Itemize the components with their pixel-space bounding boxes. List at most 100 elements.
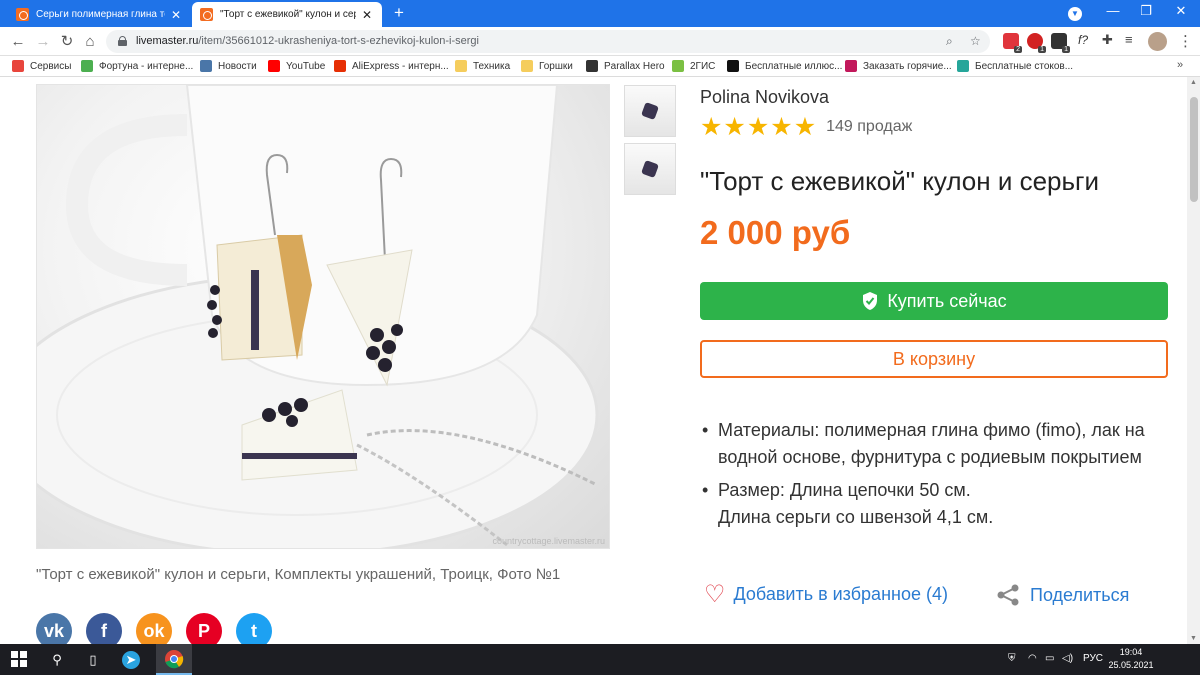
details-materials: Материалы: полимерная глина фимо (fimo),… bbox=[700, 417, 1160, 471]
language-indicator[interactable]: РУС bbox=[1083, 653, 1103, 664]
buy-now-button[interactable]: Купить сейчас bbox=[700, 282, 1168, 320]
plus-circle-icon bbox=[727, 60, 739, 72]
clock-date: 25.05.2021 bbox=[1108, 660, 1154, 670]
search-icon[interactable]: ⚲ bbox=[48, 651, 66, 669]
2gis-icon bbox=[672, 60, 684, 72]
bookmarks-more-button[interactable]: » bbox=[1177, 59, 1183, 71]
tab-close-icon[interactable]: ✕ bbox=[360, 8, 374, 22]
thumbnail-1[interactable] bbox=[624, 85, 676, 137]
twitter-share-button[interactable]: t bbox=[236, 613, 272, 644]
tab-search-icon[interactable]: ▼ bbox=[1068, 7, 1082, 21]
stock-icon bbox=[957, 60, 969, 72]
bookmark-item[interactable]: Новости bbox=[200, 60, 257, 72]
bookmark-label: 2ГИС bbox=[690, 60, 716, 72]
abp-icon[interactable]: 2 bbox=[1003, 33, 1022, 53]
reload-button[interactable]: ↻ bbox=[57, 32, 77, 52]
bookmark-label: Заказать горячие... bbox=[863, 60, 952, 72]
thumbnail-2[interactable] bbox=[624, 143, 676, 195]
new-tab-button[interactable]: + bbox=[390, 3, 408, 23]
pinterest-share-button[interactable]: P bbox=[186, 613, 222, 644]
bookmark-label: AliExpress - интерн... bbox=[352, 60, 449, 72]
url-text: livemaster.ru/item/35661012-ukrasheniya-… bbox=[136, 35, 479, 47]
bookmark-item[interactable]: Сервисы bbox=[12, 60, 71, 72]
tab-earrings-search[interactable]: Серьги полимерная глина торт ✕ bbox=[8, 2, 191, 27]
bookmark-item[interactable]: Фортуна - интерне... bbox=[81, 60, 193, 72]
security-tray-icon[interactable]: ⛨ bbox=[1008, 653, 1016, 664]
bookmark-item[interactable]: AliExpress - интерн... bbox=[334, 60, 449, 72]
add-to-cart-label: В корзину bbox=[892, 348, 976, 369]
battery-icon[interactable]: ▭ bbox=[1045, 653, 1054, 664]
task-view-icon[interactable]: ▯ bbox=[84, 651, 102, 669]
bookmark-item[interactable]: Parallax Hero bbox=[586, 60, 665, 72]
telegram-icon[interactable]: ➤ bbox=[122, 651, 140, 669]
home-button[interactable]: ⌂ bbox=[80, 32, 100, 52]
photo-thumbnails bbox=[624, 85, 676, 201]
avatar[interactable] bbox=[1148, 32, 1167, 51]
facebook-share-button[interactable]: f bbox=[86, 613, 122, 644]
aliexpress-icon bbox=[334, 60, 346, 72]
close-window-button[interactable]: ✕ bbox=[1166, 3, 1196, 19]
share-label: Поделиться bbox=[1030, 584, 1130, 605]
folder-icon bbox=[455, 60, 467, 72]
product-main-photo[interactable]: countrycottage.livemaster.ru bbox=[36, 84, 610, 549]
bookmark-item[interactable]: YouTube bbox=[268, 60, 325, 72]
puzzle-icon[interactable]: ✚ bbox=[1102, 32, 1113, 48]
bookmark-label: Техника bbox=[473, 60, 511, 72]
vk-share-button[interactable]: vk bbox=[36, 613, 72, 644]
ext-dark-icon[interactable]: 1 bbox=[1051, 33, 1070, 53]
bookmark-label: Бесплатные иллюс... bbox=[745, 60, 843, 72]
share-link[interactable]: Поделиться bbox=[996, 584, 1129, 606]
star-icon: ★ bbox=[793, 113, 817, 141]
adblock-icon[interactable]: 1 bbox=[1027, 33, 1046, 53]
folder-icon bbox=[521, 60, 533, 72]
photo-caption: "Торт с ежевикой" кулон и серьги, Компле… bbox=[36, 566, 561, 583]
odnoklassniki-share-button[interactable]: ok bbox=[136, 613, 172, 644]
windows-taskbar: ⚲ ▯ ➤ ⛨ ◠ ▭ ◁) РУС 19:04 25.05.2021 bbox=[0, 644, 1200, 675]
back-button[interactable]: ← bbox=[8, 32, 28, 52]
bookmark-label: Новости bbox=[218, 60, 257, 72]
chrome-taskbar-button[interactable] bbox=[156, 644, 192, 675]
scroll-up-icon[interactable]: ▲ bbox=[1187, 79, 1200, 86]
clock-time: 19:04 bbox=[1119, 647, 1143, 657]
page-scrollbar[interactable]: ▲ ▼ bbox=[1187, 77, 1200, 644]
minimize-button[interactable]: — bbox=[1098, 3, 1128, 18]
star-icon: ★ bbox=[723, 113, 746, 141]
bookmark-item[interactable]: Горшки bbox=[521, 60, 573, 72]
forward-button[interactable]: → bbox=[33, 32, 53, 52]
reading-list-icon[interactable]: ≡ bbox=[1125, 32, 1133, 47]
bookmark-item[interactable]: Техника bbox=[455, 60, 510, 72]
tab-close-icon[interactable]: ✕ bbox=[169, 8, 183, 22]
star-icon: ★ bbox=[770, 113, 793, 141]
seller-name[interactable]: Polina Novikova bbox=[700, 87, 829, 108]
scrollbar-thumb[interactable] bbox=[1190, 97, 1198, 202]
restore-button[interactable]: ❐ bbox=[1131, 3, 1161, 19]
product-details: Материалы: полимерная глина фимо (fimo),… bbox=[700, 417, 1160, 537]
add-to-favorites-link[interactable]: ♡ Добавить в избранное (4) bbox=[704, 582, 948, 606]
bookmark-label: Горшки bbox=[539, 60, 573, 72]
bookmark-item[interactable]: 2ГИС bbox=[672, 60, 715, 72]
rating: ★ ★ ★ ★ ★ 149 продаж bbox=[700, 113, 912, 141]
tab-title: Серьги полимерная глина торт bbox=[36, 9, 165, 20]
tab-product-page[interactable]: "Торт с ежевикой" кулон и серьг ✕ bbox=[192, 2, 382, 27]
bookmark-item[interactable]: Бесплатные иллюс... bbox=[727, 60, 842, 72]
scroll-down-icon[interactable]: ▼ bbox=[1187, 635, 1200, 642]
parallax-icon bbox=[586, 60, 598, 72]
add-to-cart-button[interactable]: В корзину bbox=[700, 340, 1168, 378]
bookmark-star-icon[interactable]: ☆ bbox=[970, 34, 981, 48]
clock[interactable]: 19:04 25.05.2021 bbox=[1108, 646, 1154, 672]
windows-start-icon[interactable] bbox=[10, 651, 28, 669]
zoom-icon[interactable]: ⌕ bbox=[946, 34, 953, 49]
volume-icon[interactable]: ◁) bbox=[1062, 653, 1073, 664]
fx-extension-icon[interactable]: f? bbox=[1078, 33, 1088, 47]
address-bar[interactable]: livemaster.ru/item/35661012-ukrasheniya-… bbox=[106, 30, 990, 53]
bookmark-label: YouTube bbox=[286, 60, 326, 72]
page-content: countrycottage.livemaster.ru "Торт с еже… bbox=[0, 77, 1200, 644]
bookmarks-bar: » Сервисы Фортуна - интерне... Новости YouT… bbox=[0, 56, 1200, 77]
bookmark-item[interactable]: Заказать горячие... bbox=[845, 60, 952, 72]
lock-icon bbox=[118, 36, 127, 46]
wifi-icon[interactable]: ◠ bbox=[1028, 653, 1037, 664]
menu-kebab-icon[interactable]: ⋮ bbox=[1178, 32, 1193, 50]
bookmark-item[interactable]: Бесплатные стоков... bbox=[957, 60, 1073, 72]
tab-strip: Серьги полимерная глина торт ✕ "Торт с е… bbox=[0, 0, 1200, 27]
livemaster-favicon bbox=[16, 8, 29, 21]
